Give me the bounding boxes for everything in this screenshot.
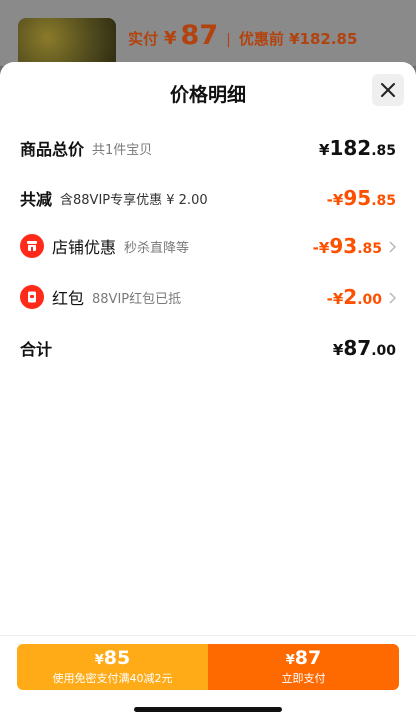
- close-button[interactable]: [372, 74, 404, 106]
- currency-symbol: ¥: [94, 652, 104, 668]
- close-icon: [381, 83, 395, 97]
- goods-total-label: 商品总价: [20, 140, 85, 159]
- price-decimal: .85: [371, 143, 396, 159]
- currency-symbol: ¥: [164, 28, 177, 49]
- amount: 87: [294, 646, 322, 669]
- row-red-packet[interactable]: 红包 88VIP红包已抵 -¥ 2 .00: [20, 285, 396, 309]
- discount-label: 共减: [20, 190, 53, 209]
- currency-symbol: -¥: [312, 239, 330, 257]
- product-thumbnail: [18, 18, 116, 68]
- sum-label: 合计: [20, 340, 53, 359]
- pay-left-note: 使用免密支付满40减2元: [52, 671, 173, 685]
- price-decimal: .00: [357, 292, 382, 308]
- row-total-discount: 共减 含88VIP专享优惠 ¥ 2.00 -¥ 95 .85: [20, 186, 396, 210]
- price-detail-sheet: 价格明细 商品总价 共1件宝贝 ¥ 182 .85 共减 含88VIP专享优惠 …: [0, 62, 416, 720]
- currency-symbol: -¥: [326, 191, 344, 209]
- red-packet-note: 88VIP红包已抵: [92, 291, 182, 307]
- row-store-discount[interactable]: 店铺优惠 秒杀直降等 -¥ 93 .85: [20, 234, 396, 258]
- discount-price: -¥ 95 .85: [327, 186, 396, 210]
- store-icon: [20, 234, 44, 258]
- goods-count: 共1件宝贝: [92, 142, 153, 158]
- chevron-right-icon: [389, 292, 396, 304]
- pay-right-label: 立即支付: [281, 671, 326, 685]
- pay-right-amount: ¥ 87: [285, 646, 322, 669]
- price-integer: 2: [343, 285, 358, 309]
- row-sum: 合计 ¥ 87 .00: [20, 336, 396, 360]
- price-decimal: .00: [371, 343, 396, 359]
- price-integer: 87: [343, 336, 372, 360]
- amount: 85: [103, 646, 131, 669]
- red-packet-price: -¥ 2 .00: [327, 285, 396, 309]
- price-decimal: .85: [357, 241, 382, 257]
- pay-left-amount: ¥ 85: [94, 646, 131, 669]
- discount-note: 含88VIP专享优惠 ¥ 2.00: [60, 192, 208, 208]
- price-decimal: .85: [371, 193, 396, 209]
- store-discount-label: 店铺优惠: [52, 238, 117, 257]
- currency-symbol: ¥: [285, 652, 295, 668]
- currency-symbol: ¥: [332, 341, 344, 359]
- price-integer: 182: [329, 136, 372, 160]
- password-free-pay-button[interactable]: ¥ 85 使用免密支付满40减2元: [17, 644, 208, 690]
- pay-now-button[interactable]: ¥ 87 立即支付: [208, 644, 399, 690]
- pay-buttons: ¥ 85 使用免密支付满40减2元 ¥ 87 立即支付: [17, 644, 399, 690]
- store-discount-note: 秒杀直降等: [124, 240, 190, 256]
- actual-price: 87: [180, 20, 219, 51]
- red-packet-label: 红包: [52, 289, 85, 308]
- price-label: 实付: [128, 30, 159, 48]
- home-indicator: [134, 707, 282, 712]
- original-price: 优惠前 ¥182.85: [238, 30, 358, 48]
- chevron-right-icon: [389, 241, 396, 253]
- sum-price: ¥ 87 .00: [333, 336, 396, 360]
- currency-symbol: ¥: [319, 141, 330, 159]
- background-price: 实付 ¥ 87 | 优惠前 ¥182.85: [128, 20, 357, 51]
- currency-symbol: -¥: [326, 290, 344, 308]
- row-goods-total: 商品总价 共1件宝贝 ¥ 182 .85: [20, 136, 396, 160]
- sheet-title: 价格明细: [169, 84, 246, 106]
- bottom-action-bar: ¥ 85 使用免密支付满40减2元 ¥ 87 立即支付: [0, 635, 416, 720]
- price-integer: 93: [329, 234, 358, 258]
- divider: |: [226, 32, 231, 48]
- goods-total-price: ¥ 182 .85: [319, 136, 396, 160]
- red-packet-icon: [20, 285, 44, 309]
- store-discount-price: -¥ 93 .85: [313, 234, 396, 258]
- price-integer: 95: [343, 186, 372, 210]
